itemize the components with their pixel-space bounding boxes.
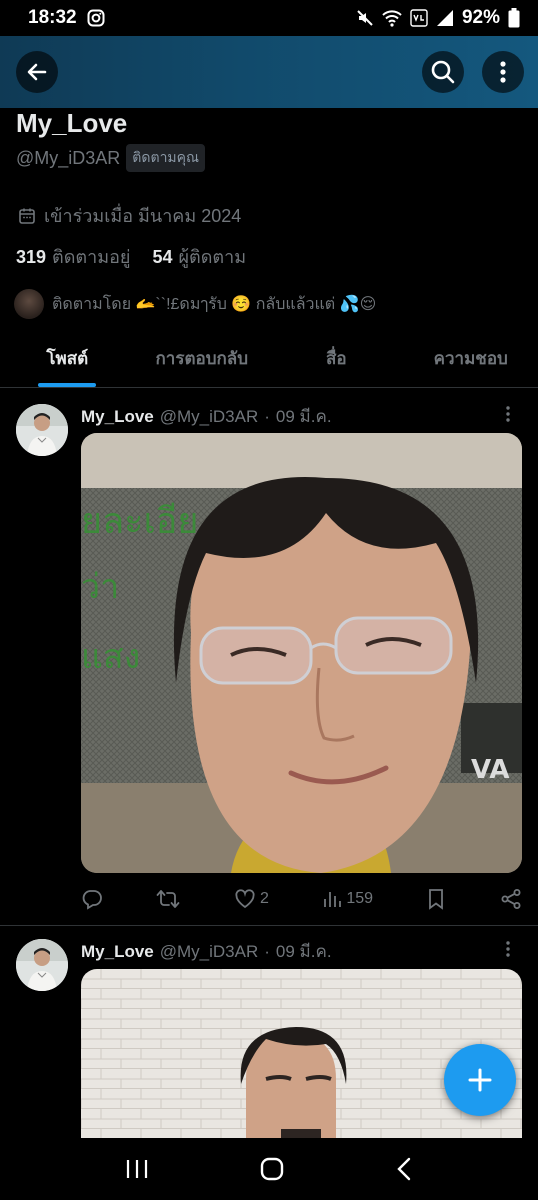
followed-by-text: ติดตามโดย 🫴``!£ดมๅรับ ☺️ กลับแล้วแต่ 💦😌 xyxy=(52,295,377,313)
tweet-author-handle: @My_iD3AR xyxy=(159,406,259,426)
following-label: ติดตามอยู่ xyxy=(52,247,131,267)
more-vertical-icon xyxy=(500,61,506,83)
bookmark-button[interactable] xyxy=(426,888,446,910)
tweet-author-name[interactable]: My_Love xyxy=(81,942,154,962)
share-icon xyxy=(501,889,521,909)
tweet-author-handle: @My_iD3AR xyxy=(159,941,259,961)
following-count: 319 xyxy=(16,247,47,267)
battery-percent: 92% xyxy=(461,7,500,28)
profile-name: My_Love xyxy=(16,108,128,138)
share-button[interactable] xyxy=(500,888,522,910)
avatar[interactable] xyxy=(16,939,68,991)
tweet-more-icon[interactable] xyxy=(498,939,518,959)
joined-label: เข้าร่วมเมื่อ มีนาคม 2024 xyxy=(44,206,242,226)
tweet-date[interactable]: 09 มี.ค. xyxy=(276,403,332,430)
back-button[interactable] xyxy=(16,51,58,93)
volte-icon xyxy=(410,9,428,27)
home-icon[interactable] xyxy=(259,1156,285,1182)
profile-tabs: โพสต์ การตอบกลับ สื่อ ความชอบ xyxy=(0,330,538,388)
tab-media[interactable]: สื่อ xyxy=(269,330,404,387)
followed-by-row[interactable]: ติดตามโดย 🫴``!£ดมๅรับ ☺️ กลับแล้วแต่ 💦😌 xyxy=(14,289,376,319)
svg-text:ยละเอีย: ยละเอีย xyxy=(81,501,199,542)
search-icon xyxy=(431,60,455,84)
plus-icon xyxy=(468,1068,492,1092)
views-icon xyxy=(324,892,342,907)
recent-apps-icon[interactable] xyxy=(124,1157,150,1181)
search-button[interactable] xyxy=(422,51,464,93)
profile-banner xyxy=(0,36,538,108)
tweet-more-icon[interactable] xyxy=(498,404,518,424)
follower-avatar xyxy=(14,289,44,319)
svg-text:VA: VA xyxy=(471,755,509,785)
followers-link[interactable]: 54 ผู้ติดตาม xyxy=(152,242,246,271)
compose-button[interactable] xyxy=(444,1044,516,1116)
followers-label: ผู้ติดตาม xyxy=(178,247,247,267)
tweet-separator: · xyxy=(264,941,270,961)
retweet-icon xyxy=(157,890,180,908)
tweet-author-name[interactable]: My_Love xyxy=(81,407,154,427)
profile-handle: @My_iD3AR xyxy=(16,147,121,168)
tweet-separator: · xyxy=(264,406,270,426)
status-time: 18:32 xyxy=(28,7,77,28)
heart-icon xyxy=(235,889,255,909)
system-nav-bar xyxy=(0,1138,538,1200)
like-button[interactable]: 2 xyxy=(234,888,269,910)
wifi-icon xyxy=(382,10,402,27)
svg-text:ว่า: ว่า xyxy=(81,567,119,607)
avatar-image xyxy=(16,939,68,991)
tab-replies[interactable]: การตอบกลับ xyxy=(135,330,270,387)
handle-row: @My_iD3AR ติดตามคุณ xyxy=(16,144,206,172)
tweet-date[interactable]: 09 มี.ค. xyxy=(276,938,332,965)
portrait-photo: ยละเอีย ว่า แสง VA xyxy=(81,433,522,873)
reply-icon xyxy=(82,890,102,910)
tweet-photo[interactable]: ยละเอีย ว่า แสง VA xyxy=(81,433,522,873)
bookmark-icon xyxy=(429,889,444,910)
avatar[interactable] xyxy=(16,404,68,456)
view-count: 159 xyxy=(346,890,374,907)
tab-posts[interactable]: โพสต์ xyxy=(0,330,135,387)
status-bar: 18:32 92% xyxy=(0,0,538,36)
more-options-button[interactable] xyxy=(482,51,524,93)
follow-counts: 319 ติดตามอยู่ 54 ผู้ติดตาม xyxy=(16,242,246,271)
calendar-icon xyxy=(19,208,35,224)
like-count: 2 xyxy=(259,890,269,907)
followers-count: 54 xyxy=(152,247,173,267)
reply-button[interactable] xyxy=(81,888,103,910)
profile-screen: 18:32 92% My_Love @My_iD3AR ติดตามคุณ เข… xyxy=(0,0,538,1200)
views-button[interactable]: 159 xyxy=(322,889,373,909)
tweet[interactable]: My_Love @My_iD3AR · 09 มี.ค. ยละเอีย ว่า… xyxy=(0,388,538,928)
instagram-icon xyxy=(87,9,105,27)
following-link[interactable]: 319 ติดตามอยู่ xyxy=(16,242,130,271)
retweet-button[interactable] xyxy=(156,888,180,910)
tab-likes[interactable]: ความชอบ xyxy=(404,330,538,387)
back-arrow-icon xyxy=(27,63,47,81)
svg-text:แสง: แสง xyxy=(81,637,140,677)
battery-icon xyxy=(508,8,520,28)
mute-icon xyxy=(357,10,373,26)
tweet-header: My_Love @My_iD3AR · 09 มี.ค. xyxy=(81,403,332,430)
signal-icon xyxy=(436,10,453,26)
follows-you-badge: ติดตามคุณ xyxy=(126,144,206,172)
back-nav-icon[interactable] xyxy=(394,1156,414,1182)
tweet-header: My_Love @My_iD3AR · 09 มี.ค. xyxy=(81,938,332,965)
joined-date: เข้าร่วมเมื่อ มีนาคม 2024 xyxy=(18,201,241,230)
tweet-actions: 2 159 xyxy=(81,884,522,914)
avatar-image xyxy=(16,404,68,456)
